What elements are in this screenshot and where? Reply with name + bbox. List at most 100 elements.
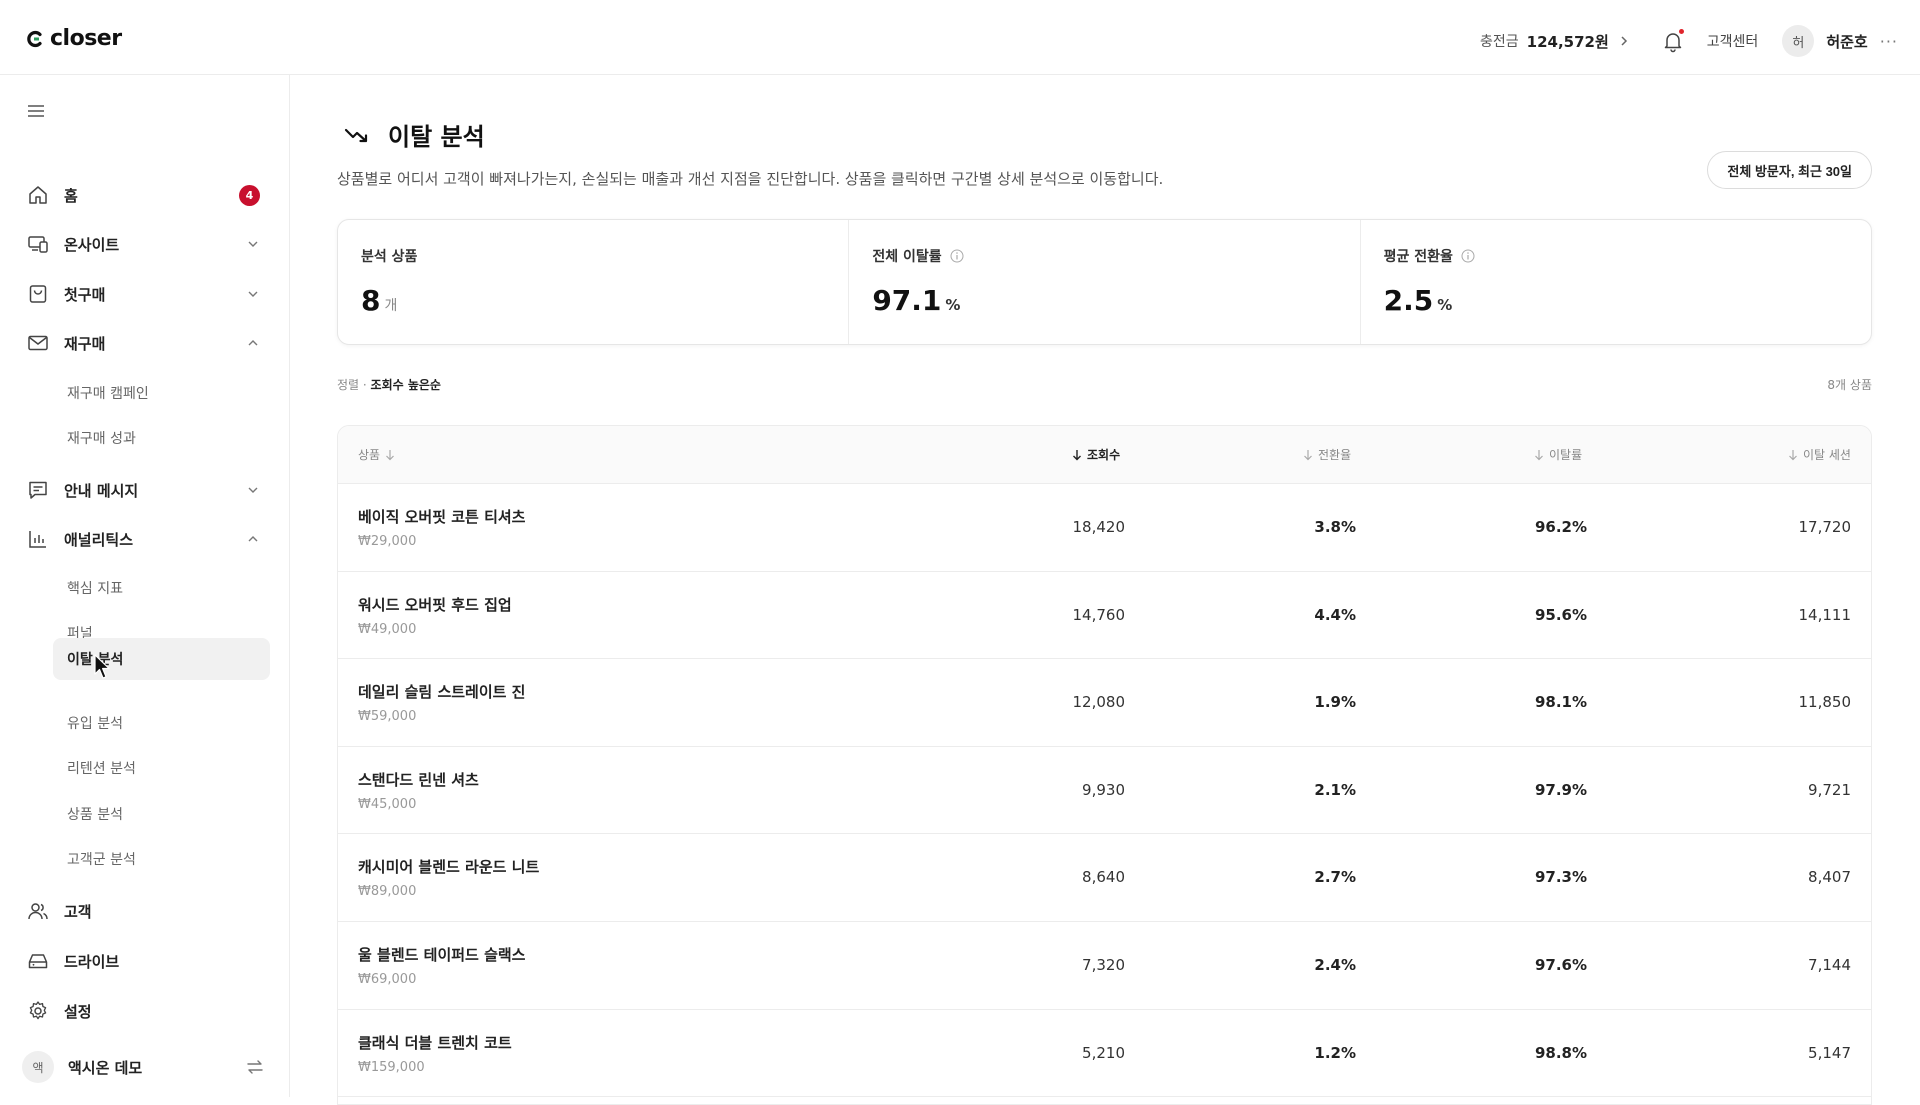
bar-chart-icon (26, 527, 50, 551)
table-row[interactable]: 울 블렌드 테이퍼드 슬랙스 ₩69,000 7,320 2.4% 97.6% … (338, 922, 1871, 1010)
column-header-conversion[interactable]: 전환율 (1303, 446, 1351, 463)
churn-sessions-cell: 7,144 (1808, 955, 1851, 974)
sidebar-subitem-product-analysis[interactable]: 상품 분석 (53, 793, 270, 835)
table-row[interactable]: 베이직 오버핏 코튼 티셔츠 ₩29,000 18,420 3.8% 96.2%… (338, 484, 1871, 572)
sidebar-item-label: 홈 (64, 186, 78, 205)
more-menu-button[interactable]: ··· (1880, 32, 1898, 51)
topbar-actions: 충전금 124,572원 고객센터 허 허준호 ··· (1480, 22, 1898, 60)
username[interactable]: 허준호 (1826, 31, 1867, 52)
product-price: ₩49,000 (358, 621, 417, 637)
sidebar-item-repurchase[interactable]: 재구매 (18, 323, 270, 363)
mail-icon (26, 331, 50, 355)
conversion-cell: 4.4% (1314, 605, 1356, 624)
product-price: ₩159,000 (358, 1059, 425, 1075)
churn-sessions-cell: 17,720 (1798, 518, 1852, 536)
product-name: 클래식 더블 트렌치 코트 (358, 1033, 512, 1052)
sidebar-item-settings[interactable]: 설정 (18, 991, 270, 1031)
support-link[interactable]: 고객센터 (1707, 31, 1759, 51)
churn-sessions-cell: 5,147 (1808, 1043, 1851, 1062)
segment-filter-button[interactable]: 전체 방문자, 최근 30일 (1707, 151, 1872, 189)
sidebar-item-label: 재구매 (64, 334, 106, 353)
kpi-unit: % (1437, 296, 1453, 314)
sidebar-item-home[interactable]: 홈 4 (18, 175, 270, 215)
home-icon (26, 183, 50, 207)
product-price: ₩69,000 (358, 971, 417, 987)
logo-icon (27, 30, 42, 47)
chevron-down-icon (248, 487, 258, 493)
column-header-churn-sessions[interactable]: 이탈 세션 (1788, 446, 1851, 463)
product-price: ₩89,000 (358, 884, 417, 900)
views-cell: 8,640 (1082, 868, 1125, 887)
kpi-label-text: 분석 상품 (361, 249, 418, 265)
sidebar-item-drive[interactable]: 드라이브 (18, 941, 270, 981)
kpi-label-text: 평균 전환율 (1383, 249, 1453, 265)
column-header-label: 조회수 (1087, 448, 1121, 462)
column-header-label: 전환율 (1318, 448, 1352, 462)
churn-cell: 98.8% (1534, 1043, 1587, 1062)
churn-sessions-cell: 14,111 (1798, 605, 1852, 624)
shopping-bag-icon (26, 282, 50, 306)
sidebar-item-first-purchase[interactable]: 첫구매 (18, 274, 270, 314)
column-header-product[interactable]: 상품 (358, 446, 395, 463)
kpi-avg-conversion: 평균 전환율 2.5 % (1359, 220, 1871, 344)
sidebar-item-customers[interactable]: 고객 (18, 891, 270, 931)
workspace-switcher[interactable]: 액 액시온 데모 (22, 1047, 270, 1087)
conversion-cell: 2.4% (1314, 955, 1356, 974)
sidebar-subitem-segment-analysis[interactable]: 고객군 분석 (53, 838, 270, 880)
notifications-button[interactable] (1661, 29, 1685, 53)
sidebar-item-messages[interactable]: 안내 메시지 (18, 470, 270, 510)
column-header-views[interactable]: 조회수 (1072, 446, 1120, 463)
table-row[interactable]: 클래식 더블 트렌치 코트 ₩159,000 5,210 1.2% 98.8% … (338, 1010, 1871, 1098)
sort-arrow-icon (1073, 449, 1081, 460)
sidebar-item-label: 안내 메시지 (64, 481, 139, 500)
balance-button[interactable]: 충전금 124,572원 (1480, 31, 1631, 52)
product-name: 베이직 오버핏 코튼 티셔츠 (358, 508, 526, 526)
gear-icon (26, 999, 50, 1023)
sidebar-item-label: 고객 (64, 902, 92, 921)
top-bar: closer 충전금 124,572원 고객센터 허 허준호 ··· (0, 0, 1920, 75)
sort-indicator: 정렬 · 조회수 높은순 (337, 376, 441, 393)
menu-icon[interactable] (26, 101, 46, 121)
column-header-label: 이탈 세션 (1803, 448, 1851, 462)
sort-arrow-icon (386, 449, 395, 460)
sidebar-item-label: 드라이브 (64, 952, 120, 971)
churn-table: 상품 조회수 전환율 이탈률 이탈 세션 베이직 오버핏 코튼 티셔츠 ₩29,… (337, 425, 1872, 1105)
sidebar-subitem-repurchase-campaign[interactable]: 재구매 캠페인 (53, 372, 270, 414)
table-row[interactable]: 워시드 오버핏 후드 집업 ₩49,000 14,760 4.4% 95.6% … (338, 572, 1871, 660)
sidebar-subitem-key-metrics[interactable]: 핵심 지표 (53, 567, 270, 609)
avatar[interactable]: 허 (1782, 25, 1815, 57)
table-row[interactable]: 스탠다드 린넨 셔츠 ₩45,000 9,930 2.1% 97.9% 9,72… (338, 747, 1871, 835)
kpi-analyzed-products: 분석 상품 8 개 (338, 220, 848, 344)
sidebar-item-label: 온사이트 (64, 235, 120, 254)
notification-badge: 4 (239, 185, 260, 206)
kpi-value: 2.5 % (1384, 284, 1848, 317)
product-name: 스탠다드 린넨 셔츠 (358, 770, 479, 789)
sort-value[interactable]: 조회수 높은순 (371, 378, 441, 392)
balance-value: 124,572원 (1526, 32, 1609, 51)
column-header-churn[interactable]: 이탈률 (1534, 446, 1582, 463)
chevron-right-icon (1621, 36, 1627, 46)
sidebar-item-analytics[interactable]: 애널리틱스 (18, 519, 270, 559)
sidebar-subitem-retention-analysis[interactable]: 리텐션 분석 (53, 747, 270, 789)
product-price: ₩59,000 (358, 709, 417, 725)
conversion-cell: 1.2% (1314, 1043, 1356, 1062)
sidebar-subitem-repurchase-results[interactable]: 재구매 성과 (53, 417, 270, 459)
page-header: 이탈 분석 (344, 117, 485, 152)
product-name: 캐시미어 블렌드 라운드 니트 (358, 858, 540, 877)
conversion-cell: 2.7% (1314, 868, 1356, 887)
sort-arrow-icon (1535, 449, 1543, 460)
kpi-value: 97.1 % (872, 284, 1336, 317)
sidebar-item-onsite[interactable]: 온사이트 (18, 224, 270, 264)
table-row[interactable]: 데일리 슬림 스트레이트 진 ₩59,000 12,080 1.9% 98.1%… (338, 659, 1871, 747)
sidebar-subitem-acquisition-analysis[interactable]: 유입 분석 (53, 702, 270, 744)
brand-logo[interactable]: closer (26, 26, 122, 51)
sort-label: 정렬 · (337, 378, 371, 392)
views-cell: 5,210 (1082, 1043, 1125, 1062)
info-icon[interactable] (950, 249, 964, 263)
table-row[interactable]: 캐시미어 블렌드 라운드 니트 ₩89,000 8,640 2.7% 97.3%… (338, 834, 1871, 922)
churn-cell: 96.2% (1534, 518, 1587, 536)
info-icon[interactable] (1461, 249, 1475, 263)
sidebar-subitem-churn-analysis[interactable]: 이탈 분석 (53, 638, 270, 680)
kpi-total-churn: 전체 이탈률 97.1 % (848, 220, 1359, 344)
kpi-summary-card: 분석 상품 8 개 전체 이탈률 97.1 % 평균 전환율 2.5 % (337, 219, 1872, 345)
